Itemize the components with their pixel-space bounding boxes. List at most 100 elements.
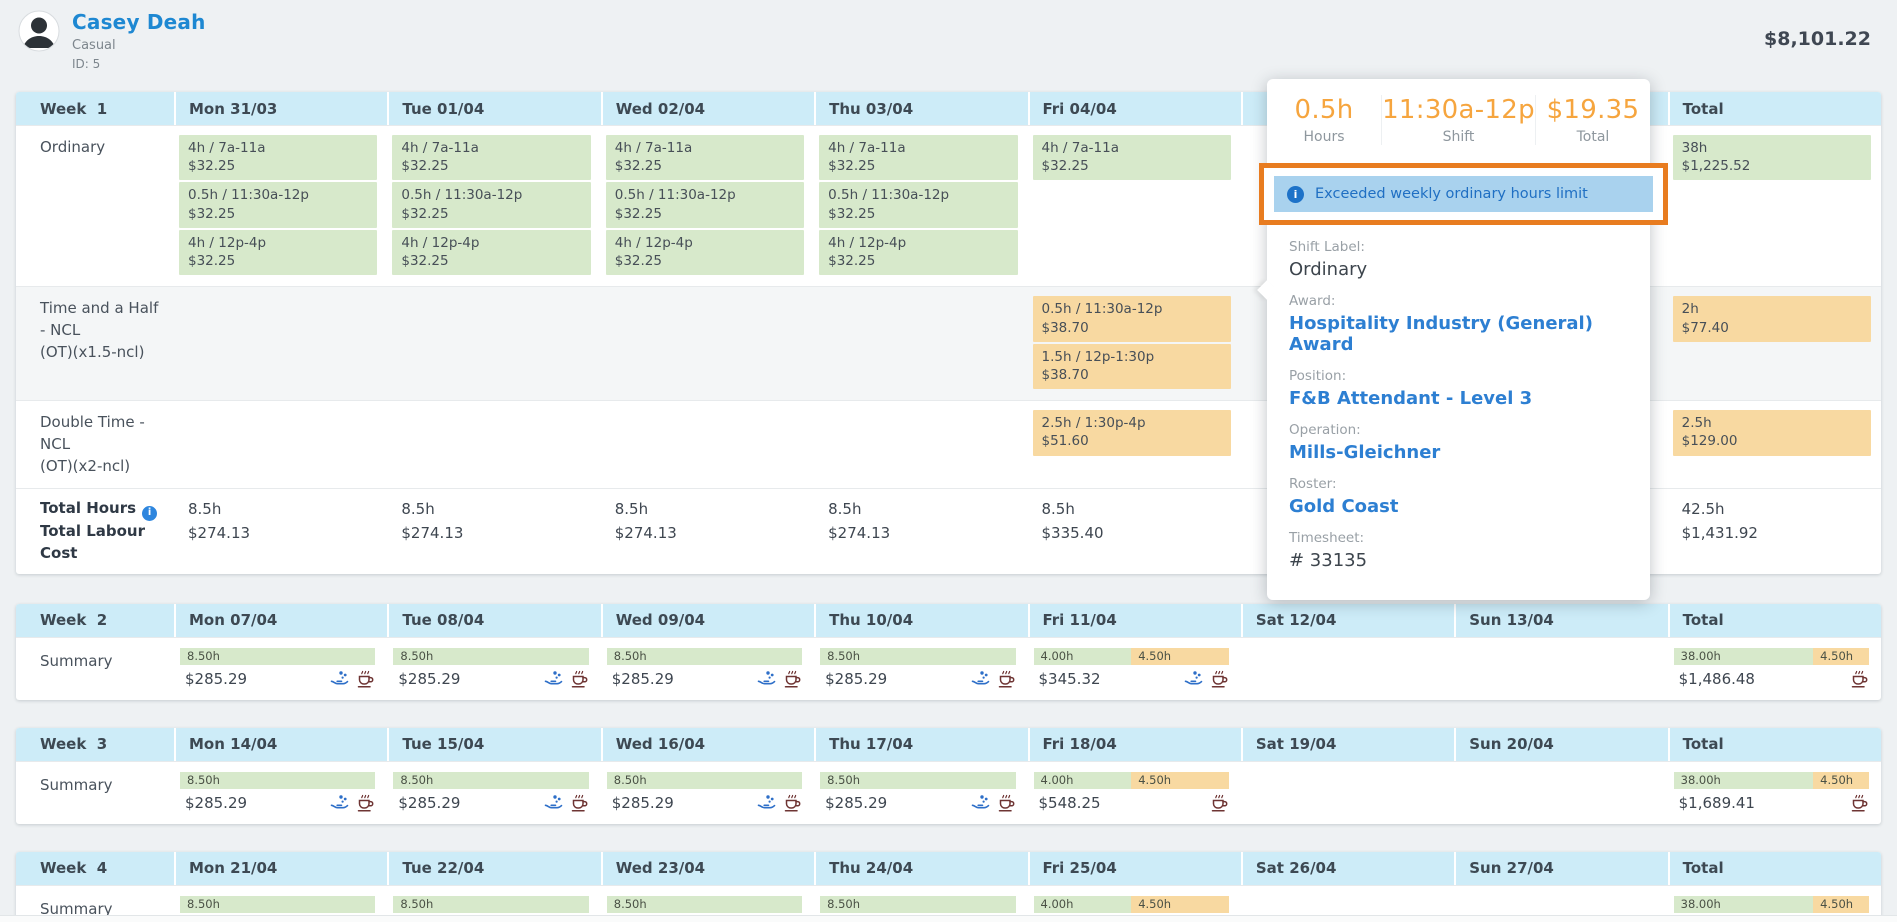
summary-cell[interactable]: 4.00h4.50h$345.32 bbox=[1028, 638, 1241, 700]
day-header: Tue 15/04 bbox=[387, 728, 600, 761]
coffee-cup-icon[interactable] bbox=[1210, 669, 1229, 688]
coffee-cup-icon[interactable] bbox=[997, 793, 1016, 812]
day-total: 8.5h$335.40 bbox=[1028, 489, 1241, 573]
week2-card: Week 2Mon 07/04Tue 08/04Wed 09/04Thu 10/… bbox=[16, 604, 1881, 700]
shift-cell[interactable]: 0.5h / 11:30a-12p$32.25 bbox=[606, 182, 804, 227]
shift-cell[interactable]: 4h / 12p-4p$32.25 bbox=[606, 230, 804, 275]
day-header: Mon 31/03 bbox=[174, 92, 387, 125]
info-icon[interactable]: i bbox=[142, 506, 157, 521]
coffee-cup-icon[interactable] bbox=[570, 669, 589, 688]
shift-cell[interactable]: 4h / 7a-11a$32.25 bbox=[1033, 135, 1231, 180]
hand-coins-icon[interactable] bbox=[757, 670, 776, 687]
summary-cell[interactable]: 8.50h $285.29 bbox=[601, 638, 814, 700]
day-header: Sun 13/04 bbox=[1454, 604, 1667, 637]
hours-chip: 8.50h bbox=[607, 648, 802, 665]
coffee-cup-icon[interactable] bbox=[997, 669, 1016, 688]
cost-amount: $285.29 bbox=[185, 794, 247, 812]
timesheet-page: Casey Deah Casual ID: 5 $8,101.22 Week 1… bbox=[0, 0, 1897, 922]
hand-coins-icon[interactable] bbox=[757, 794, 776, 811]
summary-cell[interactable]: 8.50h$285.29 bbox=[387, 638, 600, 700]
summary-cell[interactable]: 8.50h $285.29 bbox=[814, 638, 1027, 700]
hand-coins-icon[interactable] bbox=[330, 794, 349, 811]
week-title: Week 2 bbox=[16, 604, 174, 637]
shift-cell[interactable]: 0.5h / 11:30a-12p$32.25 bbox=[392, 182, 590, 227]
cost-amount: $285.29 bbox=[612, 670, 674, 688]
shift-cell[interactable]: 4h / 12p-4p$32.25 bbox=[819, 230, 1017, 275]
summary-cell[interactable]: 8.50h$285.29 bbox=[601, 762, 814, 824]
stat-shift: 11:30a-12p Shift bbox=[1381, 95, 1535, 145]
shift-cell[interactable]: 0.5h / 11:30a-12p$32.25 bbox=[819, 182, 1017, 227]
hand-coins-icon[interactable] bbox=[544, 670, 563, 687]
coffee-cup-icon[interactable] bbox=[1210, 793, 1229, 812]
warning-banner: i Exceeded weekly ordinary hours limit bbox=[1274, 176, 1653, 212]
shift-cell[interactable]: 1.5h / 12p-1:30p$38.70 bbox=[1033, 344, 1231, 389]
hours-chip: 8.50h bbox=[820, 648, 1015, 665]
shift-cell[interactable]: 4h / 7a-11a$32.25 bbox=[606, 135, 804, 180]
hours-chip: 8.50h bbox=[393, 896, 588, 913]
pay-rate-label: Double Time - NCL(OT)(x2-ncl) bbox=[16, 401, 174, 488]
week-total-cell: 38h$1,225.52 bbox=[1673, 135, 1871, 180]
summary-cell[interactable]: 8.50h$285.29 bbox=[174, 638, 387, 700]
coffee-cup-icon[interactable] bbox=[1850, 793, 1869, 812]
award-link[interactable]: Hospitality Industry (General) Award bbox=[1289, 313, 1634, 355]
roster-link[interactable]: Gold Coast bbox=[1289, 496, 1634, 517]
day-header: Fri 25/04 bbox=[1028, 852, 1241, 885]
summary-cell[interactable]: 8.50h$285.29 bbox=[387, 762, 600, 824]
employee-name[interactable]: Casey Deah bbox=[72, 10, 206, 34]
summary-cell[interactable]: 8.50h $285.29 bbox=[174, 762, 387, 824]
hours-chip: 8.50h bbox=[180, 772, 375, 789]
hand-coins-icon[interactable] bbox=[971, 794, 990, 811]
coffee-cup-icon[interactable] bbox=[783, 669, 802, 688]
cost-amount: $285.29 bbox=[825, 670, 887, 688]
shift-cell[interactable]: 2.5h / 1:30p-4p$51.60 bbox=[1033, 410, 1231, 455]
week-title: Week 3 bbox=[16, 728, 174, 761]
hand-coins-icon[interactable] bbox=[971, 670, 990, 687]
position-link[interactable]: F&B Attendant - Level 3 bbox=[1289, 388, 1634, 409]
operation-link[interactable]: Mills-Gleichner bbox=[1289, 442, 1634, 463]
summary-cell[interactable]: 8.50h$285.29 bbox=[814, 762, 1027, 824]
day-header: Wed 23/04 bbox=[601, 852, 814, 885]
hours-chip: 8.50h bbox=[393, 648, 588, 665]
shift-cell[interactable]: 0.5h / 11:30a-12p$38.70 bbox=[1033, 296, 1231, 341]
coffee-cup-icon[interactable] bbox=[356, 669, 375, 688]
day-total: 42.5h$1,431.92 bbox=[1668, 489, 1881, 573]
hand-coins-icon[interactable] bbox=[544, 794, 563, 811]
coffee-cup-icon[interactable] bbox=[356, 793, 375, 812]
shift-cell[interactable]: 4h / 7a-11a$32.25 bbox=[179, 135, 377, 180]
hours-chip: 4.50h bbox=[1813, 896, 1869, 913]
summary-cell[interactable]: 38.00h4.50h$1,689.41 bbox=[1668, 762, 1881, 824]
day-header: Mon 14/04 bbox=[174, 728, 387, 761]
field-award: Award: Hospitality Industry (General) Aw… bbox=[1289, 293, 1634, 355]
coffee-cup-icon[interactable] bbox=[1850, 669, 1869, 688]
day-header: Tue 22/04 bbox=[387, 852, 600, 885]
hours-chip: 8.50h bbox=[820, 896, 1015, 913]
summary-cell bbox=[1454, 638, 1667, 700]
coffee-cup-icon[interactable] bbox=[783, 793, 802, 812]
hours-chip: 8.50h bbox=[180, 648, 375, 665]
shift-cell[interactable]: 4h / 7a-11a$32.25 bbox=[819, 135, 1017, 180]
shift-cell[interactable]: 0.5h / 11:30a-12p$32.25 bbox=[179, 182, 377, 227]
coffee-cup-icon[interactable] bbox=[570, 793, 589, 812]
day-header: Tue 08/04 bbox=[387, 604, 600, 637]
day-header: Wed 09/04 bbox=[601, 604, 814, 637]
hours-chip: 8.50h bbox=[820, 772, 1015, 789]
day-header: Wed 02/04 bbox=[601, 92, 814, 125]
shift-cell[interactable]: 4h / 12p-4p$32.25 bbox=[392, 230, 590, 275]
shift-cell[interactable]: 4h / 12p-4p$32.25 bbox=[179, 230, 377, 275]
day-header: Sat 12/04 bbox=[1241, 604, 1454, 637]
cost-amount: $1,486.48 bbox=[1679, 670, 1755, 688]
summary-label: Summary bbox=[16, 638, 174, 700]
stat-shift-value: 11:30a-12p bbox=[1382, 95, 1535, 125]
hours-chip: 8.50h bbox=[607, 896, 802, 913]
hours-chip: 4.50h bbox=[1131, 896, 1229, 913]
hand-coins-icon[interactable] bbox=[1184, 670, 1203, 687]
summary-cell[interactable]: 38.00h4.50h$1,486.48 bbox=[1668, 638, 1881, 700]
hours-chip: 4.50h bbox=[1131, 772, 1229, 789]
day-header: Sat 26/04 bbox=[1241, 852, 1454, 885]
hours-chip: 4.00h bbox=[1034, 896, 1132, 913]
hand-coins-icon[interactable] bbox=[330, 670, 349, 687]
shift-cell[interactable]: 4h / 7a-11a$32.25 bbox=[392, 135, 590, 180]
cost-amount: $548.25 bbox=[1039, 794, 1101, 812]
summary-cell[interactable]: 4.00h4.50h$548.25 bbox=[1028, 762, 1241, 824]
stat-total: $19.35 Total bbox=[1535, 95, 1650, 145]
